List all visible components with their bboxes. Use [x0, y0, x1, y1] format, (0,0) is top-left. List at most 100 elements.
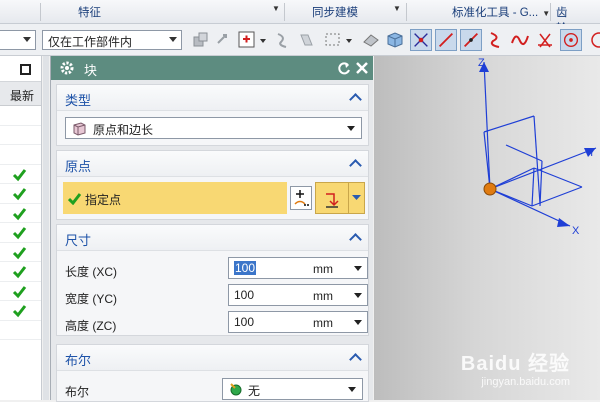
width-value[interactable]: 100 [234, 288, 254, 302]
navigator-title-strip [0, 56, 41, 82]
length-unit: mm [313, 262, 333, 276]
watermark-brand: Baidu 经验 [460, 353, 570, 375]
length-label: 长度 (XC) [65, 265, 117, 279]
wcs-origin-point[interactable] [483, 182, 497, 196]
chevron-down-icon[interactable] [354, 293, 362, 298]
list-item[interactable] [0, 243, 41, 262]
triad-line [489, 147, 597, 190]
list-item[interactable] [0, 321, 41, 340]
boolean-section-title: 布尔 [65, 353, 92, 368]
boolean-value: 无 [248, 384, 261, 398]
triad-line [483, 115, 535, 133]
list-item[interactable] [0, 262, 41, 282]
reset-icon[interactable] [337, 61, 351, 75]
list-item[interactable] [0, 145, 41, 165]
ribbon-group-standard-tools[interactable]: 标准化工具 - G... ▼ [452, 4, 550, 20]
list-item[interactable] [0, 223, 41, 243]
snap-midpoint-icon[interactable] [460, 29, 482, 51]
origin-section: 原点 指定点 [56, 150, 369, 220]
boolean-dropdown[interactable]: 无 [222, 378, 363, 400]
selection-type-combo[interactable] [0, 30, 36, 50]
collapse-caret-icon[interactable] [349, 353, 362, 366]
width-label: 宽度 (YC) [65, 292, 117, 306]
curve-rule-icon[interactable] [272, 29, 294, 51]
rectangle-select-icon[interactable] [322, 29, 344, 51]
chevron-down-icon [352, 195, 361, 200]
select-point-icon[interactable] [236, 29, 258, 51]
snap-line-icon[interactable] [435, 29, 457, 51]
close-icon[interactable] [355, 61, 369, 75]
length-field[interactable]: 100 mm [228, 257, 368, 279]
eraser-icon[interactable] [360, 29, 382, 51]
origin-section-title: 原点 [65, 159, 92, 174]
selection-scope-combo[interactable]: 仅在工作部件内 [42, 30, 182, 50]
collapse-caret-icon[interactable] [349, 233, 362, 246]
dialog-title: 块 [84, 63, 98, 78]
width-field[interactable]: 100 mm [228, 284, 368, 306]
dialog-title-bar[interactable]: 块 [51, 56, 373, 80]
inferred-point-dropdown[interactable] [315, 182, 365, 214]
ribbon-separator [550, 3, 551, 21]
snap-endpoint-icon[interactable] [410, 29, 432, 51]
ribbon-group-sync-expand[interactable]: ▼ [389, 2, 401, 14]
snap-quadrant-icon[interactable] [585, 29, 600, 51]
filter-feature-icon[interactable] [190, 29, 212, 51]
snap-control-point-icon[interactable] [485, 29, 507, 51]
list-item[interactable] [0, 184, 41, 204]
dimensions-section-title: 尺寸 [65, 233, 92, 248]
height-field[interactable]: 100 mm [228, 311, 368, 333]
gear-icon[interactable] [59, 60, 75, 76]
snap-intersection-icon[interactable] [534, 29, 556, 51]
boolean-label: 布尔 [65, 385, 90, 399]
list-item[interactable] [0, 126, 41, 145]
collapse-caret-icon[interactable] [349, 93, 362, 106]
chevron-down-icon[interactable] [354, 320, 362, 325]
height-unit: mm [313, 316, 333, 330]
dimensions-section-header[interactable]: 尺寸 [57, 225, 368, 251]
checkmark-icon [12, 305, 27, 318]
snap-curve-icon[interactable] [509, 29, 531, 51]
maximize-icon[interactable] [20, 64, 31, 75]
checkmark-icon [12, 266, 27, 279]
view-cube-icon[interactable] [384, 29, 406, 51]
select-point-dropdown-icon[interactable] [258, 29, 268, 51]
type-section-header[interactable]: 类型 [57, 85, 368, 111]
height-label: 高度 (ZC) [65, 319, 117, 333]
boolean-none-icon [230, 383, 242, 396]
height-value[interactable]: 100 [234, 315, 254, 329]
triad-line [531, 167, 535, 207]
type-dropdown[interactable]: 原点和边长 [65, 117, 362, 139]
ribbon-group-features[interactable]: 特征 [78, 4, 101, 20]
ribbon-group-sync-modeling[interactable]: 同步建模 [312, 4, 358, 20]
list-item[interactable] [0, 165, 41, 184]
column-header-latest[interactable]: 最新 [0, 82, 41, 106]
ribbon-separator [406, 3, 407, 21]
list-item[interactable] [0, 204, 41, 223]
collapse-caret-icon[interactable] [349, 159, 362, 172]
panel-splitter[interactable] [43, 56, 49, 400]
graphics-viewport[interactable]: Z Y X Baidu 经验 jingyan.baidu.com [374, 56, 600, 400]
face-rule-icon[interactable] [296, 29, 318, 51]
list-item[interactable] [0, 106, 41, 126]
specify-point-label: 指定点 [85, 193, 122, 207]
specify-point-row[interactable]: 指定点 [63, 182, 287, 214]
ribbon-group-bar: 特征 ▼ 同步建模 ▼ 标准化工具 - G...▼ 齿轮...▼ [0, 0, 600, 35]
ribbon-group-features-expand[interactable]: ▼ [268, 2, 280, 14]
rectangle-select-dropdown-icon[interactable] [344, 29, 354, 51]
chevron-down-icon[interactable] [354, 266, 362, 271]
list-item[interactable] [0, 282, 41, 301]
checkmark-icon [12, 285, 27, 298]
triad-line [539, 160, 543, 207]
watermark-url: jingyan.baidu.com [481, 376, 570, 388]
ribbon-group-features-label: 特征 [78, 7, 101, 19]
point-dialog-button[interactable] [290, 186, 312, 210]
boolean-section-header[interactable]: 布尔 [57, 345, 368, 371]
snap-center-icon[interactable] [560, 29, 582, 51]
list-item[interactable] [0, 301, 41, 321]
toolbar: 仅在工作部件内 [0, 24, 600, 56]
length-value[interactable]: 100 [234, 261, 257, 275]
ribbon-group-sync-modeling-label: 同步建模 [312, 7, 358, 19]
triad-line [483, 61, 491, 190]
origin-section-header[interactable]: 原点 [57, 151, 368, 177]
snap-arrow-icon[interactable] [213, 29, 235, 51]
